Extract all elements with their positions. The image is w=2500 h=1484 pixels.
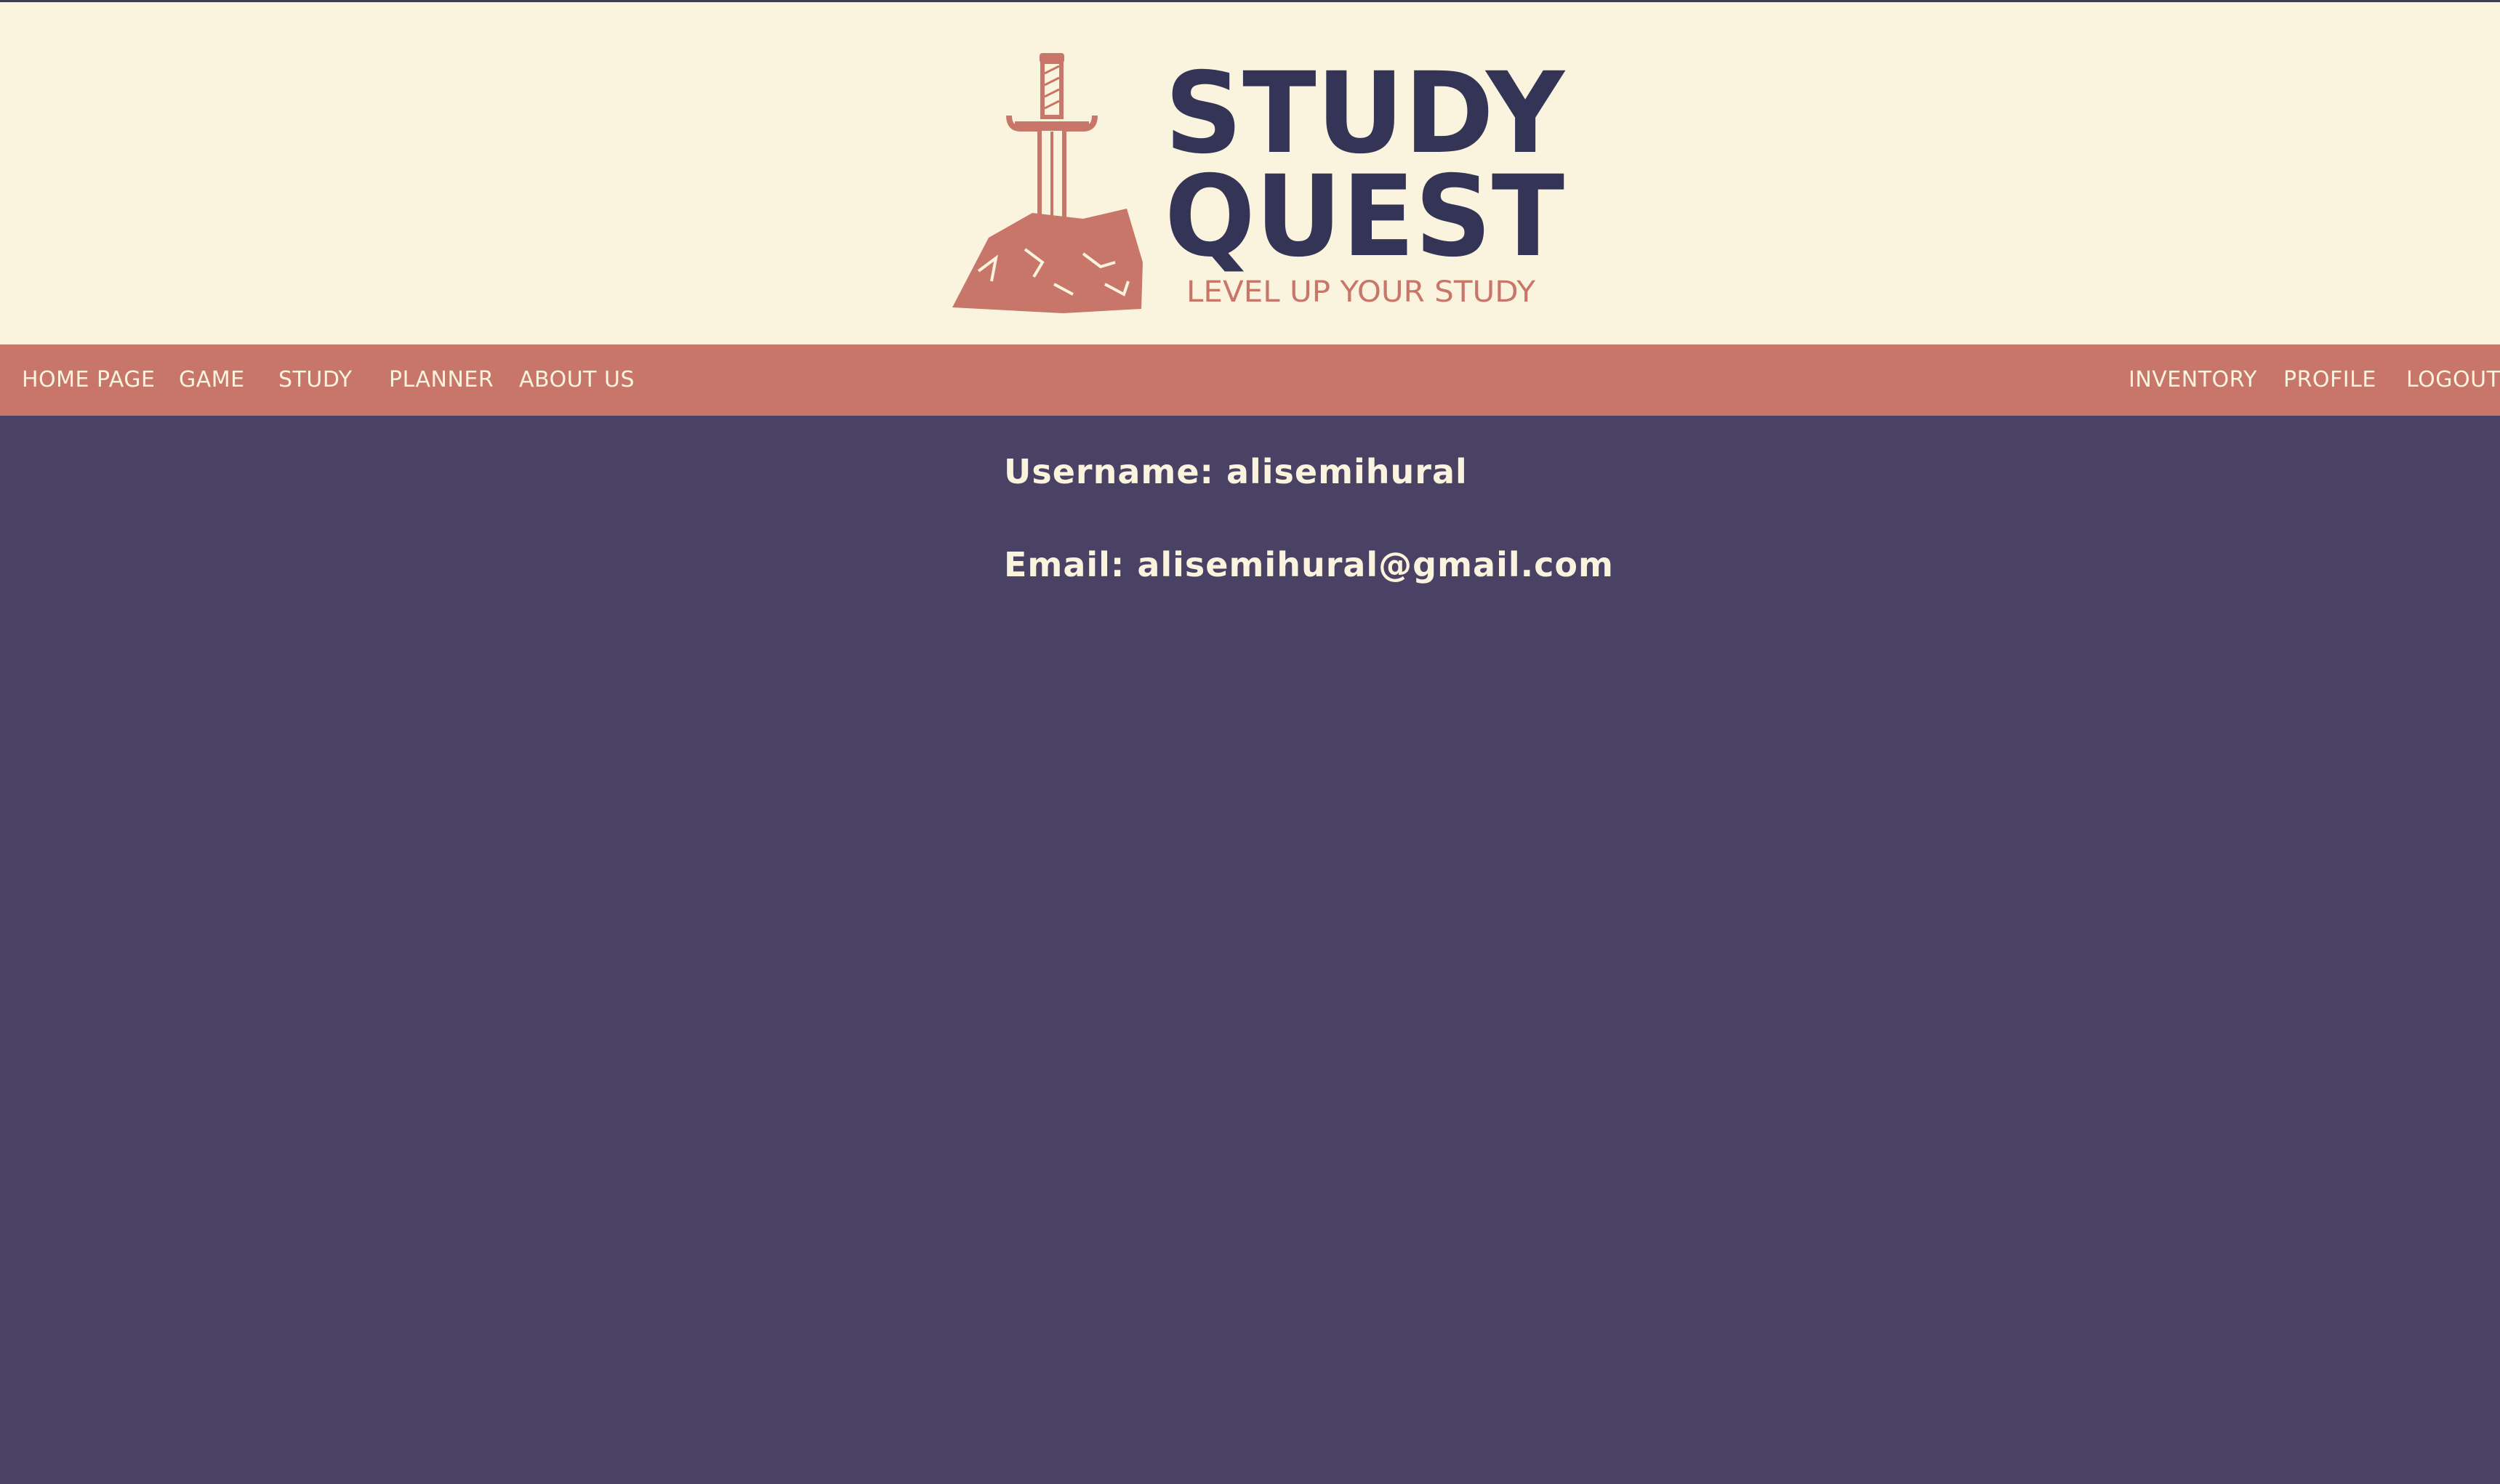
main-navbar: HOME PAGE GAME STUDY PLANNER ABOUT US IN… (0, 344, 2500, 416)
nav-inventory[interactable]: INVENTORY (2129, 344, 2257, 416)
site-header: STUDY QUEST LEVEL UP YOUR STUDY (0, 2, 2500, 344)
site-logo[interactable]: STUDY QUEST LEVEL UP YOUR STUDY (945, 44, 1570, 320)
username-text: Username: alisemihural (1004, 452, 1468, 491)
nav-logout[interactable]: LOGOUT (2406, 344, 2500, 416)
logo-title-quest: QUEST (1165, 152, 1564, 282)
nav-game[interactable]: GAME (179, 344, 245, 416)
email-text: Email: alisemihural@gmail.com (1004, 545, 1614, 584)
nav-profile[interactable]: PROFILE (2283, 344, 2376, 416)
sword-in-stone-icon (952, 53, 1143, 313)
logo-tagline: LEVEL UP YOUR STUDY (1186, 275, 1536, 309)
nav-about-us[interactable]: ABOUT US (519, 344, 635, 416)
nav-study[interactable]: STUDY (278, 344, 353, 416)
nav-planner[interactable]: PLANNER (389, 344, 494, 416)
nav-home-page[interactable]: HOME PAGE (22, 344, 155, 416)
